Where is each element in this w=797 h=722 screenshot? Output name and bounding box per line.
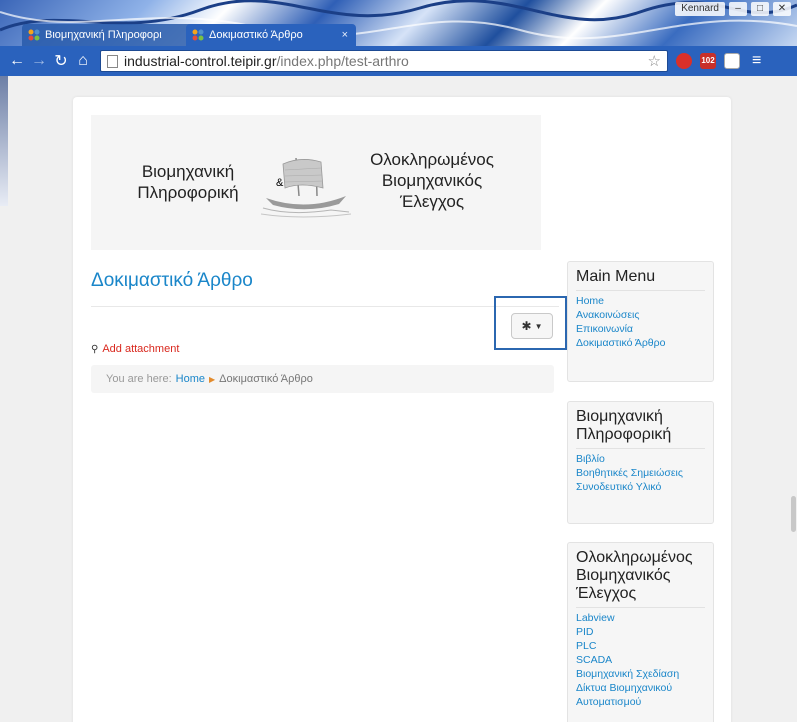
- menu-item[interactable]: Βοηθητικές Σημειώσεις: [576, 466, 705, 480]
- back-arrow-icon[interactable]: ←: [6, 52, 28, 70]
- menu-item[interactable]: PLC: [576, 639, 705, 653]
- page-icon: [107, 54, 118, 68]
- window-controls: Kennard – □ ✕: [675, 2, 791, 16]
- url-path: /index.php/test-arthro: [276, 53, 409, 69]
- banner-left-line: Πληροφορική: [137, 183, 239, 202]
- page-container: Βιομηχανική Πληροφορική & Ολοκληρωμένος …: [73, 97, 731, 722]
- close-window-icon[interactable]: ✕: [773, 2, 791, 16]
- module-title: Βιομηχανική Πληροφορική: [576, 408, 705, 449]
- tab-close-icon[interactable]: ×: [342, 29, 348, 41]
- minimize-icon[interactable]: –: [729, 2, 747, 16]
- profile-badge[interactable]: Kennard: [675, 2, 725, 16]
- bookmark-star-icon[interactable]: ☆: [648, 52, 661, 70]
- reload-icon[interactable]: ↻: [50, 51, 72, 71]
- forward-arrow-icon[interactable]: →: [28, 52, 50, 70]
- gmail-extension-icon[interactable]: 102: [700, 53, 716, 69]
- menu-item[interactable]: Home: [576, 294, 705, 308]
- menu-item[interactable]: Βιομηχανική Σχεδίαση: [576, 667, 705, 681]
- breadcrumb-separator-icon: ▶: [209, 374, 216, 384]
- url-host: industrial-control.teipir.gr: [124, 53, 277, 69]
- ancient-ship-icon: [261, 157, 351, 218]
- menu-item[interactable]: SCADA: [576, 653, 705, 667]
- add-attachment-link[interactable]: ⚲ Add attachment: [91, 343, 179, 355]
- opera-extension-icon[interactable]: [676, 53, 692, 69]
- module-industrial-informatics: Βιομηχανική Πληροφορική Βιβλίο Βοηθητικέ…: [567, 401, 714, 524]
- title-divider: [91, 306, 559, 307]
- banner-left-line: Βιομηχανική: [141, 162, 235, 181]
- menu-item[interactable]: Labview: [576, 611, 705, 625]
- breadcrumb: You are here: Home ▶ Δοκιμαστικό Άρθρο: [91, 365, 554, 393]
- browser-toolbar: ← → ↻ ⌂ industrial-control.teipir.gr/ind…: [0, 46, 797, 76]
- home-icon[interactable]: ⌂: [72, 52, 94, 70]
- breadcrumb-home-link[interactable]: Home: [176, 373, 205, 385]
- banner-right-line: Ολοκληρωμένος: [370, 150, 494, 169]
- menu-item[interactable]: Επικοινωνία: [576, 322, 705, 336]
- tab-inactive[interactable]: Βιομηχανική Πληροφορι ×: [22, 24, 200, 46]
- banner-right-text: Ολοκληρωμένος Βιομηχανικός Έλεγχος: [357, 149, 507, 212]
- tab-title: Δοκιμαστικό Άρθρο: [209, 29, 303, 41]
- module-main-menu: Main Menu Home Ανακοινώσεις Επικοινωνία …: [567, 261, 714, 382]
- site-banner[interactable]: Βιομηχανική Πληροφορική & Ολοκληρωμένος …: [91, 115, 541, 250]
- article-title[interactable]: Δοκιμαστικό Άρθρο: [91, 270, 253, 292]
- joomla-favicon-icon: [192, 29, 204, 41]
- paperclip-icon: ⚲: [91, 343, 99, 355]
- breadcrumb-current: Δοκιμαστικό Άρθρο: [219, 373, 313, 385]
- extension-icons: 102 ≡: [676, 52, 761, 70]
- menu-item[interactable]: Δοκιμαστικό Άρθρο: [576, 336, 705, 350]
- address-bar[interactable]: industrial-control.teipir.gr/index.php/t…: [100, 50, 668, 72]
- tab-title: Βιομηχανική Πληροφορι: [45, 29, 162, 41]
- banner-right-line: Έλεγχος: [399, 192, 465, 211]
- banner-right-line: Βιομηχανικός: [381, 171, 483, 190]
- vertical-scrollbar[interactable]: [789, 76, 797, 722]
- maximize-icon[interactable]: □: [751, 2, 769, 16]
- menu-item[interactable]: PID: [576, 625, 705, 639]
- menu-item[interactable]: Ανακοινώσεις: [576, 308, 705, 322]
- document-extension-icon[interactable]: [724, 53, 740, 69]
- breadcrumb-prefix: You are here:: [106, 373, 172, 385]
- module-title: Main Menu: [576, 268, 705, 291]
- caret-down-icon: ▼: [534, 321, 543, 331]
- left-edge-decoration: [0, 76, 8, 206]
- menu-item[interactable]: Βιβλίο: [576, 452, 705, 466]
- window-titlebar: Βιομηχανική Πληροφορι × Δοκιμαστικό Άρθρ…: [0, 0, 797, 46]
- page-viewport: Βιομηχανική Πληροφορική & Ολοκληρωμένος …: [0, 76, 797, 722]
- add-attachment-label: Add attachment: [102, 343, 180, 355]
- joomla-favicon-icon: [28, 29, 40, 41]
- gear-icon: ✱: [521, 319, 532, 333]
- banner-left-text: Βιομηχανική Πληροφορική: [133, 161, 243, 203]
- scrollbar-thumb[interactable]: [791, 496, 796, 532]
- article-tools-button[interactable]: ✱ ▼: [511, 313, 553, 339]
- menu-item[interactable]: Δίκτυα Βιομηχανικού Αυτοματισμού: [576, 681, 705, 709]
- menu-hamburger-icon[interactable]: ≡: [752, 52, 761, 70]
- module-title: Ολοκληρωμένος Βιομηχανικός Έλεγχος: [576, 549, 705, 608]
- module-integrated-industrial-control: Ολοκληρωμένος Βιομηχανικός Έλεγχος Labvi…: [567, 542, 714, 722]
- tab-active[interactable]: Δοκιμαστικό Άρθρο ×: [186, 24, 356, 46]
- menu-item[interactable]: Συνοδευτικό Υλικό: [576, 480, 705, 494]
